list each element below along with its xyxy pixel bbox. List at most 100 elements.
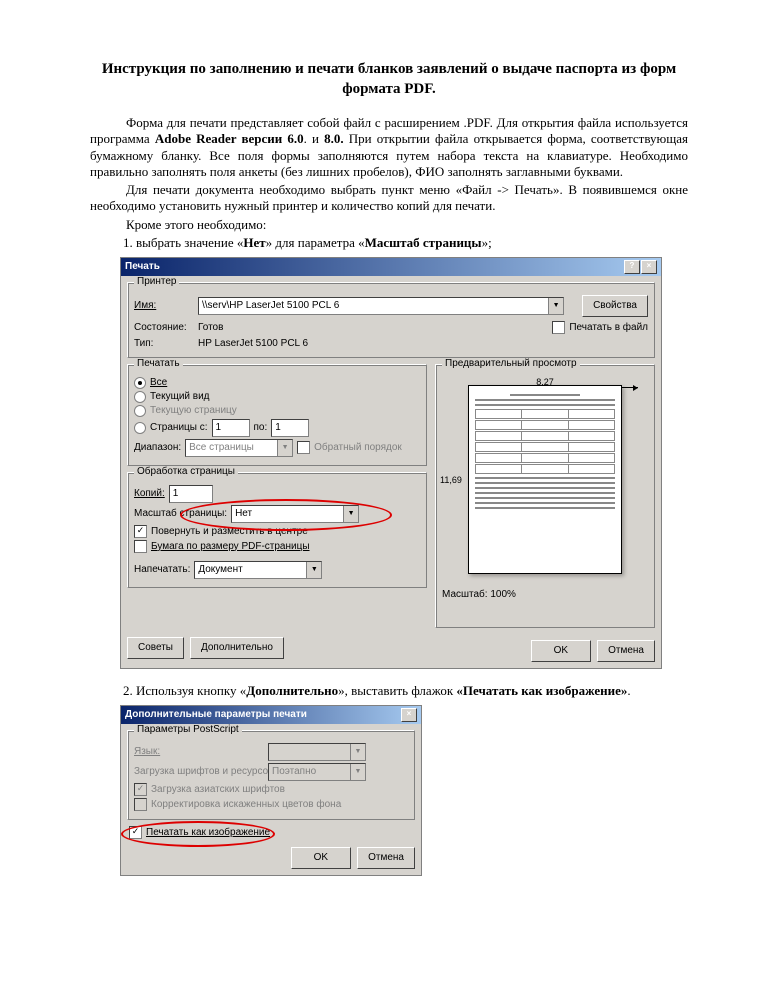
dialog-title: Печать (125, 261, 160, 272)
language-select: ▼ (268, 743, 366, 761)
numbered-list: выбрать значение «Нет» для параметра «Ма… (90, 235, 688, 251)
label: Напечатать: (134, 564, 190, 575)
list-item: Используя кнопку «Дополнительно», выстав… (136, 683, 688, 699)
label: Печатать как изображение (146, 827, 270, 838)
v: 1 (173, 488, 179, 499)
t: Нет (243, 235, 265, 250)
chevron-down-icon: ▼ (343, 506, 358, 522)
label: Все (150, 377, 167, 388)
print-dialog: Печать ? × Принтер Имя: \\serv\HP LaserJ… (120, 257, 662, 669)
v: 1 (275, 422, 281, 433)
reverse-checkbox[interactable]: Обратный порядок (297, 441, 402, 454)
print-as-image-checkbox[interactable]: ✓Печатать как изображение (129, 826, 415, 839)
print-what-select[interactable]: Документ ▼ (194, 561, 322, 579)
v: Все страницы (189, 442, 254, 453)
v: Документ (198, 564, 242, 575)
asian-fonts-checkbox: ✓Загрузка азиатских шрифтов (134, 783, 408, 796)
subset-select[interactable]: Все страницы ▼ (185, 439, 293, 457)
page-scaling-select[interactable]: Нет ▼ (231, 505, 359, 523)
text: . и (304, 131, 325, 146)
t: «Печатать как изображение» (456, 683, 627, 698)
group-legend: Обработка страницы (134, 466, 238, 477)
cancel-button[interactable]: Отмена (597, 640, 655, 662)
label: Текущий вид (150, 391, 210, 402)
label: Корректировка искаженных цветов фона (151, 799, 341, 810)
label: Копий: (134, 488, 165, 499)
tips-button[interactable]: Советы (127, 637, 184, 659)
t: . (627, 683, 630, 698)
page-to-input[interactable]: 1 (271, 419, 309, 437)
page-from-input[interactable]: 1 (212, 419, 250, 437)
group-legend: Принтер (134, 276, 179, 287)
document-page: Инструкция по заполнению и печати бланко… (0, 0, 768, 916)
t: выбрать значение « (136, 235, 243, 250)
t: »; (482, 235, 492, 250)
chevron-down-icon: ▼ (350, 744, 365, 760)
t: », выставить флажок (338, 683, 456, 698)
chevron-down-icon: ▼ (277, 440, 292, 456)
copies-input[interactable]: 1 (169, 485, 213, 503)
numbered-list-2: Используя кнопку «Дополнительно», выстав… (90, 683, 688, 699)
label: Печатать в файл (569, 322, 648, 333)
chevron-down-icon: ▼ (350, 764, 365, 780)
ok-button[interactable]: OK (531, 640, 591, 662)
close-button[interactable]: × (401, 708, 417, 722)
help-button[interactable]: ? (624, 260, 640, 274)
dialog-title: Дополнительные параметры печати (125, 709, 307, 720)
printer-select[interactable]: \\serv\HP LaserJet 5100 PCL 6 ▼ (198, 297, 564, 315)
v: Поэтапно (272, 766, 316, 777)
t: Дополнительно (246, 683, 338, 698)
paper-preview (468, 385, 622, 574)
label: Загрузка азиатских шрифтов (151, 784, 285, 795)
v: Нет (235, 508, 252, 519)
postscript-group: Параметры PostScript Язык: ▼ Загрузка шр… (127, 730, 415, 820)
label: Тип: (134, 338, 194, 349)
label: по: (254, 422, 268, 433)
label: Страницы с: (150, 422, 208, 433)
list-item: выбрать значение «Нет» для параметра «Ма… (136, 235, 688, 251)
properties-button[interactable]: Свойства (582, 295, 648, 317)
chevron-down-icon: ▼ (548, 298, 563, 314)
label: Повернуть и разместить в центре (151, 526, 308, 537)
value: HP LaserJet 5100 PCL 6 (198, 338, 308, 349)
group-legend: Печатать (134, 358, 183, 369)
label: Диапазон: (134, 442, 181, 453)
value: \\serv\HP LaserJet 5100 PCL 6 (202, 300, 339, 311)
v: 1 (216, 422, 222, 433)
radio-pages[interactable]: Страницы с: 1 по: 1 (134, 419, 420, 437)
close-button[interactable]: × (641, 260, 657, 274)
group-legend: Параметры PostScript (134, 724, 242, 735)
advanced-button[interactable]: Дополнительно (190, 637, 284, 659)
label: Имя: (134, 300, 194, 311)
print-to-file-checkbox[interactable]: Печатать в файл (552, 321, 648, 334)
t: кнопку (197, 683, 236, 698)
font-download-select: Поэтапно ▼ (268, 763, 366, 781)
t: « (237, 683, 247, 698)
page-handling-group: Обработка страницы Копий: 1 Масштаб стра… (127, 472, 427, 588)
rotate-center-checkbox[interactable]: ✓Повернуть и разместить в центре (134, 525, 420, 538)
choose-paper-checkbox[interactable]: Бумага по размеру PDF-страницы (134, 540, 420, 553)
preview-area: 8,27 11,69 (442, 375, 648, 585)
page-title: Инструкция по заполнению и печати бланко… (90, 60, 688, 99)
cancel-button[interactable]: Отмена (357, 847, 415, 869)
label: Обратный порядок (314, 442, 402, 453)
value: Готов (198, 322, 548, 333)
chevron-down-icon: ▼ (306, 562, 321, 578)
titlebar[interactable]: Дополнительные параметры печати × (121, 706, 421, 724)
radio-current-view[interactable]: Текущий вид (134, 391, 420, 403)
paragraph-2: Для печати документа необходимо выбрать … (90, 182, 688, 215)
print-range-group: Печатать Все Текущий вид Текущую страниц… (127, 364, 427, 466)
group-legend: Предварительный просмотр (442, 358, 580, 369)
zoom-label: Масштаб: 100% (442, 589, 648, 600)
ok-button[interactable]: OK (291, 847, 351, 869)
advanced-print-dialog: Дополнительные параметры печати × Параме… (120, 705, 422, 876)
label: Загрузка шрифтов и ресурсов: (134, 766, 264, 777)
t: » для параметра « (266, 235, 365, 250)
titlebar[interactable]: Печать ? × (121, 258, 661, 276)
radio-all[interactable]: Все (134, 377, 420, 389)
printer-group: Принтер Имя: \\serv\HP LaserJet 5100 PCL… (127, 282, 655, 358)
radio-current-page[interactable]: Текущую страницу (134, 405, 420, 417)
preview-group: Предварительный просмотр 8,27 11,69 (435, 364, 655, 628)
t: Масштаб страницы (365, 235, 482, 250)
paragraph-3: Кроме этого необходимо: (90, 217, 688, 233)
